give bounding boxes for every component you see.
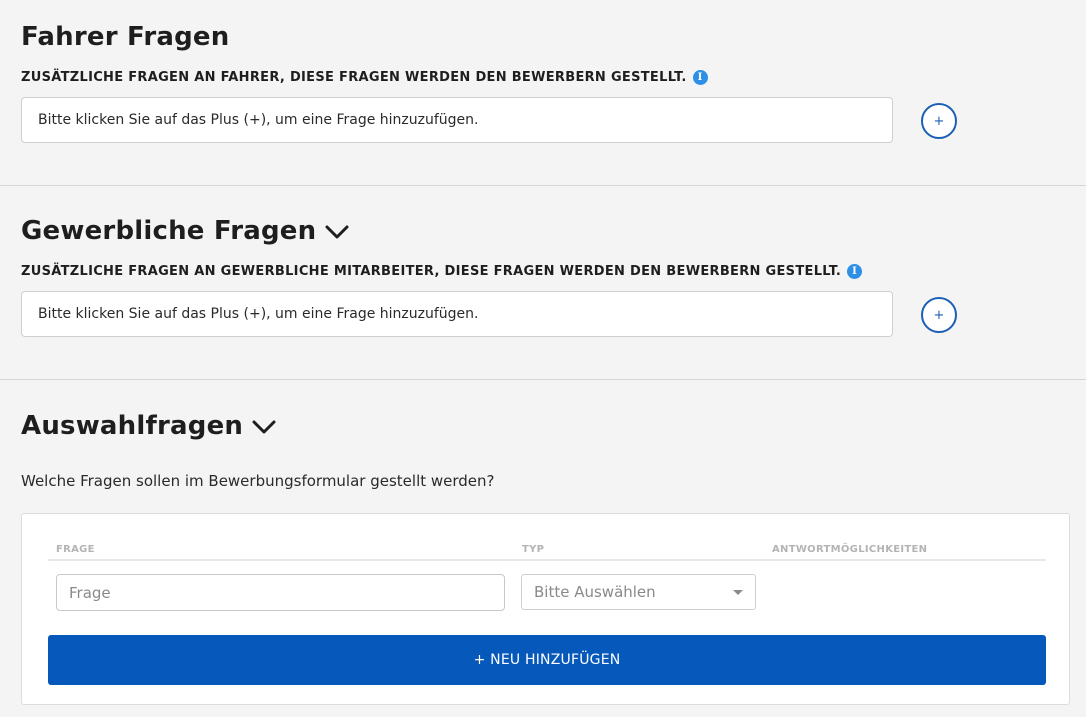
fahrer-questions-box: Bitte klicken Sie auf das Plus (+), um e… bbox=[21, 97, 893, 143]
column-header-frage: Frage bbox=[56, 544, 95, 555]
gewerbliche-title[interactable]: Gewerbliche Fragen bbox=[21, 216, 350, 246]
column-header-typ: Typ bbox=[522, 544, 545, 555]
caret-down-icon bbox=[733, 589, 743, 595]
section-divider bbox=[0, 379, 1086, 380]
typ-select[interactable]: Bitte Auswählen bbox=[521, 574, 756, 610]
auswahl-description: Welche Fragen sollen im Bewerbungsformul… bbox=[21, 472, 495, 490]
typ-select-value: Bitte Auswählen bbox=[534, 583, 656, 601]
table-header-divider bbox=[48, 559, 1046, 561]
fahrer-subtitle-text: Zusätzliche Fragen an Fahrer, diese Frag… bbox=[21, 70, 687, 85]
fahrer-subtitle: Zusätzliche Fragen an Fahrer, diese Frag… bbox=[21, 70, 708, 85]
section-divider bbox=[0, 185, 1086, 186]
plus-icon: + bbox=[933, 307, 945, 323]
auswahl-question-card: Frage Typ Antwortmöglichkeiten Bitte Aus… bbox=[21, 513, 1070, 705]
chevron-down-icon[interactable] bbox=[324, 218, 350, 244]
gewerbliche-add-question-button[interactable]: + bbox=[921, 297, 957, 333]
fahrer-title: Fahrer Fragen bbox=[21, 22, 229, 52]
plus-icon: + bbox=[933, 113, 945, 129]
column-header-antwortmoeglichkeiten: Antwortmöglichkeiten bbox=[772, 544, 928, 555]
gewerbliche-subtitle-text: Zusätzliche Fragen an gewerbliche Mitarb… bbox=[21, 264, 842, 279]
frage-input[interactable] bbox=[56, 574, 505, 611]
auswahl-title-text: Auswahlfragen bbox=[21, 411, 244, 441]
info-icon[interactable]: i bbox=[692, 70, 708, 85]
gewerbliche-questions-box: Bitte klicken Sie auf das Plus (+), um e… bbox=[21, 291, 893, 337]
chevron-down-icon[interactable] bbox=[251, 413, 277, 439]
auswahl-title[interactable]: Auswahlfragen bbox=[21, 411, 277, 441]
fahrer-title-text: Fahrer Fragen bbox=[21, 22, 230, 52]
fahrer-placeholder-text: Bitte klicken Sie auf das Plus (+), um e… bbox=[38, 112, 479, 128]
add-new-button[interactable]: + NEU HINZUFÜGEN bbox=[48, 635, 1046, 685]
fahrer-add-question-button[interactable]: + bbox=[921, 103, 957, 139]
gewerbliche-title-text: Gewerbliche Fragen bbox=[21, 216, 317, 246]
gewerbliche-subtitle: Zusätzliche Fragen an gewerbliche Mitarb… bbox=[21, 264, 863, 279]
gewerbliche-placeholder-text: Bitte klicken Sie auf das Plus (+), um e… bbox=[38, 306, 479, 322]
info-icon[interactable]: i bbox=[847, 264, 863, 279]
